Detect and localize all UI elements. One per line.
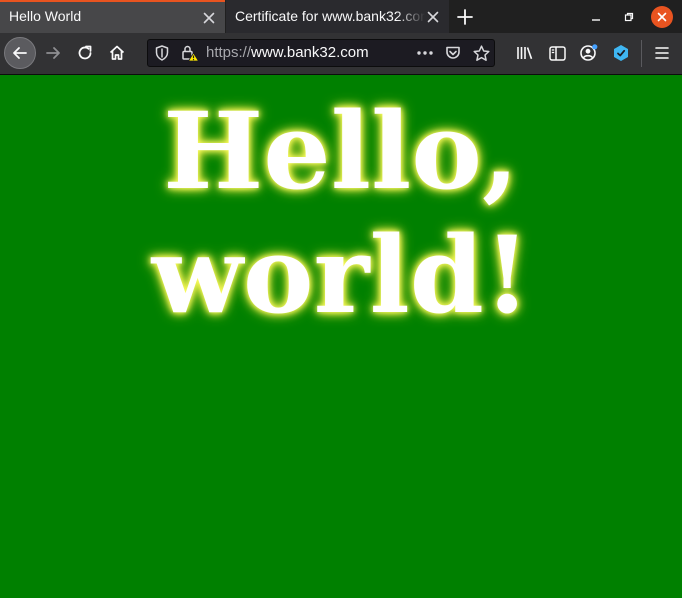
- url-text[interactable]: https://www.bank32.com: [206, 40, 369, 66]
- minimize-icon[interactable]: [585, 6, 607, 28]
- page-heading: Hello, world!: [0, 89, 682, 337]
- account-icon[interactable]: [573, 37, 605, 69]
- shield-icon[interactable]: [153, 40, 171, 66]
- close-icon[interactable]: [201, 2, 217, 33]
- home-icon[interactable]: [101, 37, 133, 69]
- sidebar-icon[interactable]: [541, 37, 573, 69]
- arrow-left-icon[interactable]: [4, 37, 36, 69]
- extension-icon[interactable]: [605, 37, 637, 69]
- pocket-icon[interactable]: [442, 40, 464, 66]
- restore-icon[interactable]: [618, 6, 640, 28]
- more-dots-icon[interactable]: [414, 40, 436, 66]
- toolbar-separator: [641, 40, 642, 67]
- window-close-icon[interactable]: [651, 6, 673, 28]
- page-content: Hello, world!: [0, 75, 682, 598]
- tab-strip: Hello World Certificate for www.bank32.c…: [0, 0, 682, 33]
- browser-window: Hello World Certificate for www.bank32.c…: [0, 0, 682, 598]
- heading-line-1: Hello,: [163, 88, 519, 213]
- star-icon[interactable]: [470, 40, 492, 66]
- hamburger-menu-icon[interactable]: [646, 37, 678, 69]
- reload-icon[interactable]: [69, 37, 101, 69]
- lock-warning-icon[interactable]: [180, 40, 200, 66]
- close-icon[interactable]: [425, 0, 441, 33]
- library-icon[interactable]: [509, 37, 541, 69]
- address-bar[interactable]: https://www.bank32.com: [147, 39, 495, 67]
- arrow-right-icon[interactable]: [37, 37, 69, 69]
- url-host: www.bank32.com: [251, 44, 369, 61]
- tab-certificate[interactable]: Certificate for www.bank32.com: [226, 0, 449, 33]
- heading-line-2: world!: [151, 212, 531, 337]
- tab-title: Certificate for www.bank32.com: [235, 8, 425, 24]
- tab-hello-world[interactable]: Hello World: [0, 0, 225, 33]
- navigation-toolbar: https://www.bank32.com: [0, 33, 682, 75]
- plus-icon[interactable]: [452, 4, 478, 30]
- tab-title: Hello World: [9, 8, 82, 24]
- url-scheme: https://: [206, 44, 252, 61]
